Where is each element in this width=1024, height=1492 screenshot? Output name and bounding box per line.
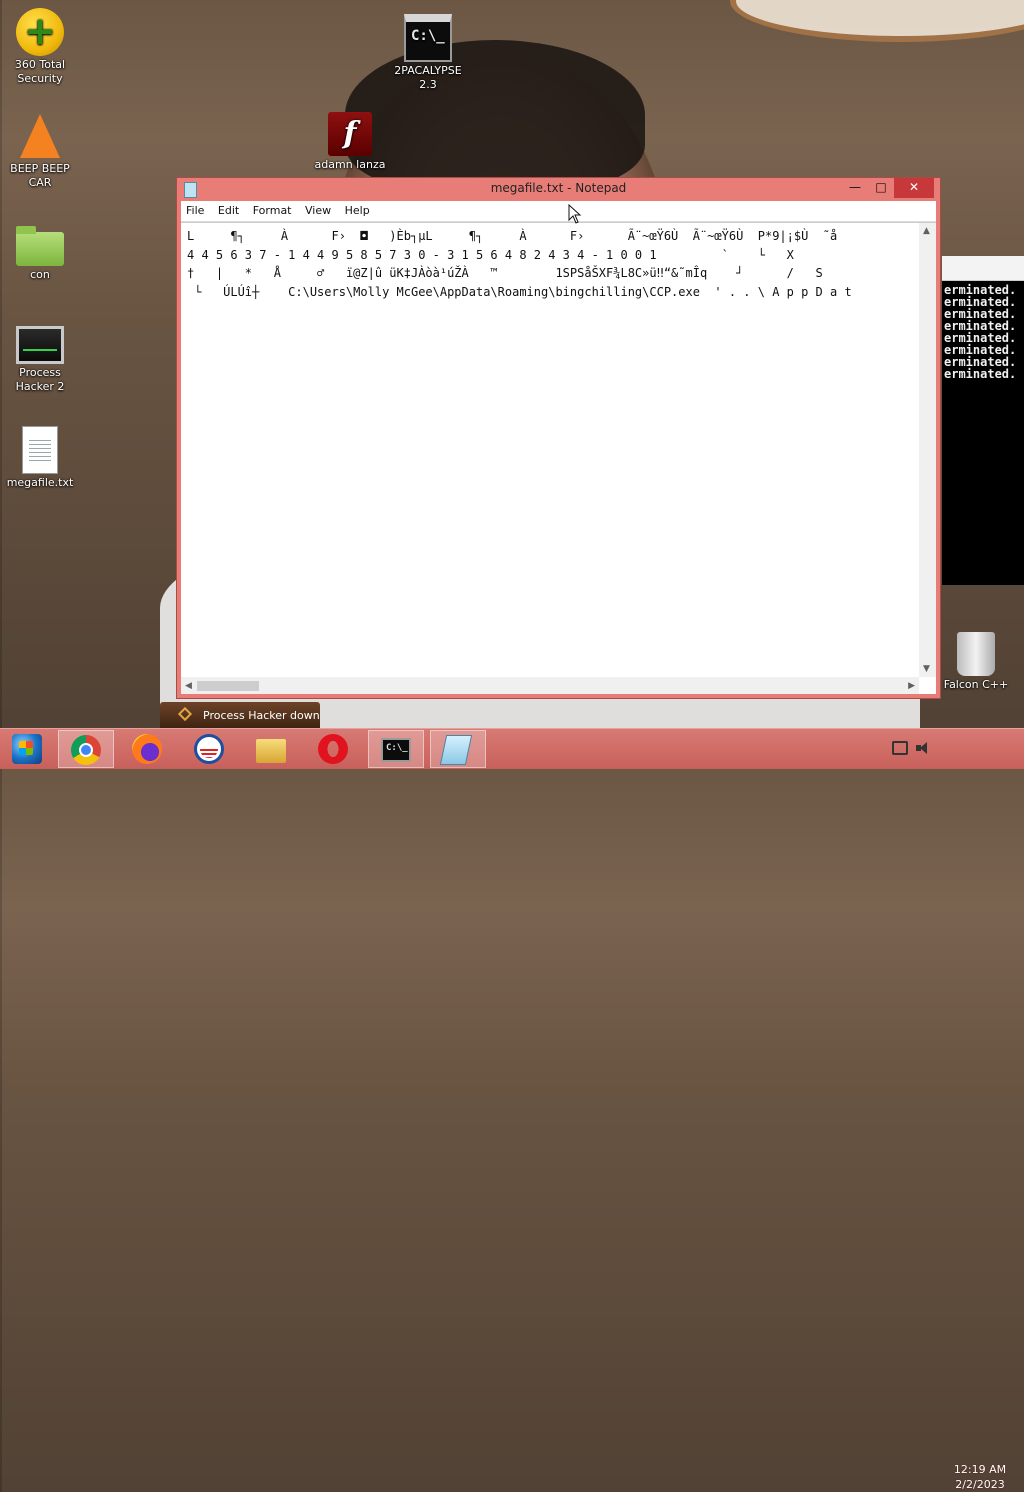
start-button[interactable]	[0, 730, 56, 768]
window-title: megafile.txt - Notepad	[490, 181, 627, 195]
360-total-security-icon	[16, 8, 64, 56]
desktop-icon-label: megafile.txt	[6, 476, 74, 489]
desktop-icon-label: 2PACALYPSE 2.3	[394, 64, 462, 91]
menu-view[interactable]: View	[300, 201, 336, 217]
system-clock[interactable]: 12:19 AM 2/2/2023	[940, 1462, 1020, 1492]
start-icon	[12, 734, 42, 764]
obama-logo-icon	[194, 734, 224, 764]
maximize-button[interactable]: □	[868, 178, 894, 198]
text-line: └ ÚLÚî┼ C:\Users\Molly McGee\AppData\Roa…	[187, 284, 852, 299]
horizontal-scrollbar[interactable]: ◀ ▶	[181, 677, 919, 694]
scroll-right-icon[interactable]: ▶	[908, 681, 915, 691]
text-content[interactable]: L ¶┐ À F› ◘ )Èb┐µL ¶┐ À F› Ã¨~œŸ6Ù Ã¨~œŸ…	[187, 227, 914, 674]
console-output: erminated. erminated. erminated. erminat…	[942, 281, 1024, 380]
menu-format[interactable]: Format	[248, 201, 297, 217]
clock-time: 12:19 AM	[953, 1463, 1007, 1476]
command-prompt-icon: C:\_	[381, 738, 411, 762]
taskbar-chrome[interactable]	[58, 730, 114, 768]
scroll-down-icon[interactable]: ▼	[923, 664, 930, 674]
text-line: L ¶┐ À F› ◘ )Èb┐µL ¶┐ À F› Ã¨~œŸ6Ù Ã¨~œŸ…	[187, 229, 838, 243]
taskbar-obama[interactable]	[182, 730, 238, 768]
taskbar: C:\_ 12:19 AM 2/2/2023	[0, 728, 1024, 1491]
scroll-left-icon[interactable]: ◀	[185, 681, 192, 691]
opera-icon	[318, 734, 348, 764]
clock-date: 2/2/2023	[955, 1478, 1005, 1491]
toast-label: Process Hacker downlo	[203, 709, 320, 722]
network-icon[interactable]	[892, 741, 908, 755]
scroll-up-icon[interactable]: ▲	[923, 226, 930, 236]
desktop-icon-label: BEEP BEEP CAR	[10, 162, 70, 189]
desktop-icon-label: Process Hacker 2	[15, 366, 65, 393]
process-hacker-toast-icon	[177, 706, 193, 722]
close-button[interactable]: ✕	[894, 178, 934, 198]
desktop-icon-label: adamn lanza	[314, 158, 386, 171]
notepad-titlebar[interactable]: megafile.txt - Notepad — □ ✕	[177, 178, 940, 200]
menu-bar: File Edit Format View Help	[181, 201, 936, 222]
desktop-icon-label: Falcon C++	[943, 678, 1009, 691]
command-prompt-icon: C:\_	[404, 14, 452, 62]
desktop-icon-label: 360 Total Security	[14, 58, 66, 85]
menu-help[interactable]: Help	[340, 201, 375, 217]
process-hacker-icon	[16, 326, 64, 364]
flash-player-icon: f	[328, 112, 372, 156]
vertical-scrollbar[interactable]: ▲ ▼	[919, 223, 936, 677]
background-plate	[730, 0, 1024, 42]
taskbar-file-explorer[interactable]	[244, 730, 300, 768]
folder-icon	[16, 226, 64, 266]
text-line: 4 4 5 6 3 7 - 1 4 4 9 5 8 5 7 3 0 - 3 1 …	[187, 247, 794, 262]
console-window[interactable]: erminated. erminated. erminated. erminat…	[942, 280, 1024, 585]
recycle-bin-icon	[957, 632, 995, 676]
desktop-icon-beep-beep-car[interactable]: BEEP BEEP CAR	[0, 114, 80, 190]
taskbar-notepad[interactable]	[430, 730, 486, 768]
menu-file[interactable]: File	[181, 201, 209, 217]
vlc-cone-icon	[20, 114, 60, 158]
text-editor[interactable]: L ¶┐ À F› ◘ )Èb┐µL ¶┐ À F› Ã¨~œŸ6Ù Ã¨~œŸ…	[181, 222, 936, 694]
volume-icon[interactable]	[916, 741, 932, 755]
horizontal-scroll-thumb[interactable]	[197, 681, 259, 691]
desktop-icon-2pacalypse[interactable]: C:\_ 2PACALYPSE 2.3	[388, 14, 468, 92]
mouse-cursor-icon	[568, 204, 582, 224]
chrome-icon	[71, 735, 101, 765]
taskbar-command-prompt[interactable]: C:\_	[368, 730, 424, 768]
desktop-icon-con[interactable]: con	[0, 218, 80, 282]
taskbar-firefox[interactable]	[120, 730, 176, 768]
minimize-button[interactable]: —	[842, 178, 868, 198]
console-titlebar[interactable]	[942, 256, 1024, 280]
desktop-icon-360-total-security[interactable]: 360 Total Security	[0, 8, 80, 86]
desktop-icon-label: con	[30, 268, 50, 281]
desktop-icon-adamn-lanza[interactable]: f adamn lanza	[310, 112, 390, 172]
text-file-icon	[22, 426, 58, 474]
taskbar-preview-toast[interactable]: Process Hacker downlo	[160, 702, 320, 728]
text-line: † | * Å ♂ ï@Z|û üK‡JÀòà¹úŽÀ ™ 1SPSåŠXF¾L…	[187, 266, 823, 280]
notepad-window[interactable]: megafile.txt - Notepad — □ ✕ File Edit F…	[176, 177, 941, 699]
desktop-icon-megafile[interactable]: megafile.txt	[0, 426, 80, 490]
desktop-icon-process-hacker[interactable]: Process Hacker 2	[0, 318, 80, 394]
file-explorer-icon	[256, 739, 286, 763]
notepad-icon	[439, 735, 473, 765]
firefox-icon	[132, 734, 162, 764]
console-line: erminated.	[944, 367, 1017, 381]
desktop-icon-falcon-cpp[interactable]: Falcon C++	[936, 632, 1016, 692]
menu-edit[interactable]: Edit	[213, 201, 244, 217]
taskbar-opera[interactable]	[306, 730, 362, 768]
